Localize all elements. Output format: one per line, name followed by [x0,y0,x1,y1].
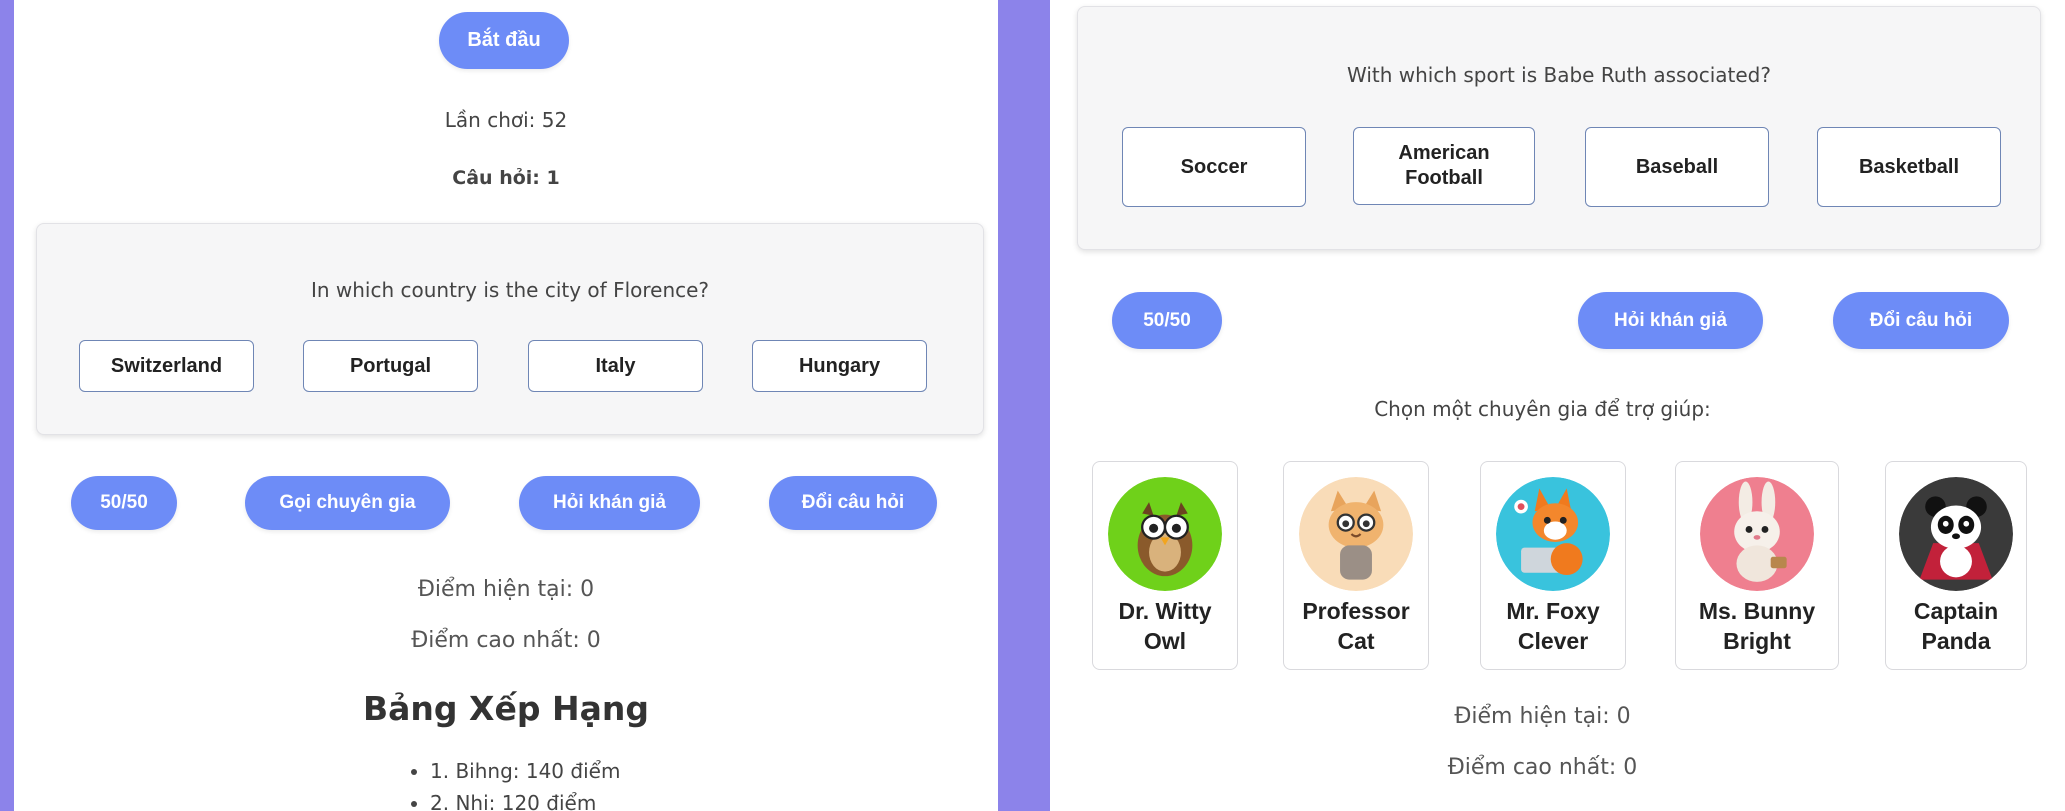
expert-name: Dr. Witty Owl [1118,598,1212,654]
leaderboard-list: 1. Bihng: 140 điểm 2. Nhi: 120 điểm [404,755,620,811]
expert-card-bunny[interactable]: Ms. Bunny Bright [1675,461,1839,670]
answer-option-c[interactable]: Baseball [1585,127,1769,207]
answer-option-c[interactable]: Italy [528,340,703,392]
start-button[interactable]: Bắt đầu [439,12,569,69]
question-text: With which sport is Babe Ruth associated… [1347,63,1771,87]
fifty-fifty-button[interactable]: 50/50 [1112,292,1222,349]
cat-icon [1299,477,1413,591]
question-card: In which country is the city of Florence… [36,223,984,435]
owl-icon [1108,477,1222,591]
leaderboard-title: Bảng Xếp Hạng [363,689,649,728]
expert-name: Captain Panda [1913,598,1999,654]
fox-icon [1496,477,1610,591]
leaderboard-entry: 1. Bihng: 140 điểm [430,755,620,787]
play-count: Lần chơi: 52 [444,108,568,132]
answer-option-b[interactable]: Portugal [303,340,478,392]
current-score: Điểm hiện tại: 0 [1454,704,1631,729]
call-expert-button[interactable]: Gọi chuyên gia [245,476,450,530]
left-game-panel: Bắt đầu Lần chơi: 52 Câu hỏi: 1 In which… [14,0,998,811]
right-game-panel: With which sport is Babe Ruth associated… [1050,0,2065,811]
answer-option-d[interactable]: Hungary [752,340,927,392]
high-score: Điểm cao nhất: 0 [1447,755,1638,780]
expert-name: Mr. Foxy Clever [1506,598,1600,654]
leaderboard-entry: 2. Nhi: 120 điểm [430,787,620,811]
ask-audience-button[interactable]: Hỏi khán giả [1578,292,1763,349]
question-number: Câu hỏi: 1 [452,167,560,189]
expert-card-fox[interactable]: Mr. Foxy Clever [1480,461,1626,670]
bunny-icon [1700,477,1814,591]
fifty-fifty-button[interactable]: 50/50 [71,476,177,530]
answer-option-a[interactable]: Switzerland [79,340,254,392]
expert-card-cat[interactable]: Professor Cat [1283,461,1429,670]
answer-option-d[interactable]: Basketball [1817,127,2001,207]
question-card: With which sport is Babe Ruth associated… [1077,6,2041,250]
panda-icon [1899,477,2013,591]
expert-card-owl[interactable]: Dr. Witty Owl [1092,461,1238,670]
current-score: Điểm hiện tại: 0 [417,577,595,602]
answer-option-a[interactable]: Soccer [1122,127,1306,207]
change-question-button[interactable]: Đổi câu hỏi [769,476,937,530]
expert-name: Professor Cat [1302,598,1410,654]
question-text: In which country is the city of Florence… [310,278,710,302]
ask-audience-button[interactable]: Hỏi khán giả [519,476,700,530]
expert-name: Ms. Bunny Bright [1698,598,1816,654]
answer-option-b[interactable]: American Football [1353,127,1535,205]
expert-card-panda[interactable]: Captain Panda [1885,461,2027,670]
high-score: Điểm cao nhất: 0 [411,628,601,653]
expert-prompt: Chọn một chuyên gia để trợ giúp: [1374,397,1711,421]
change-question-button[interactable]: Đổi câu hỏi [1833,292,2009,349]
